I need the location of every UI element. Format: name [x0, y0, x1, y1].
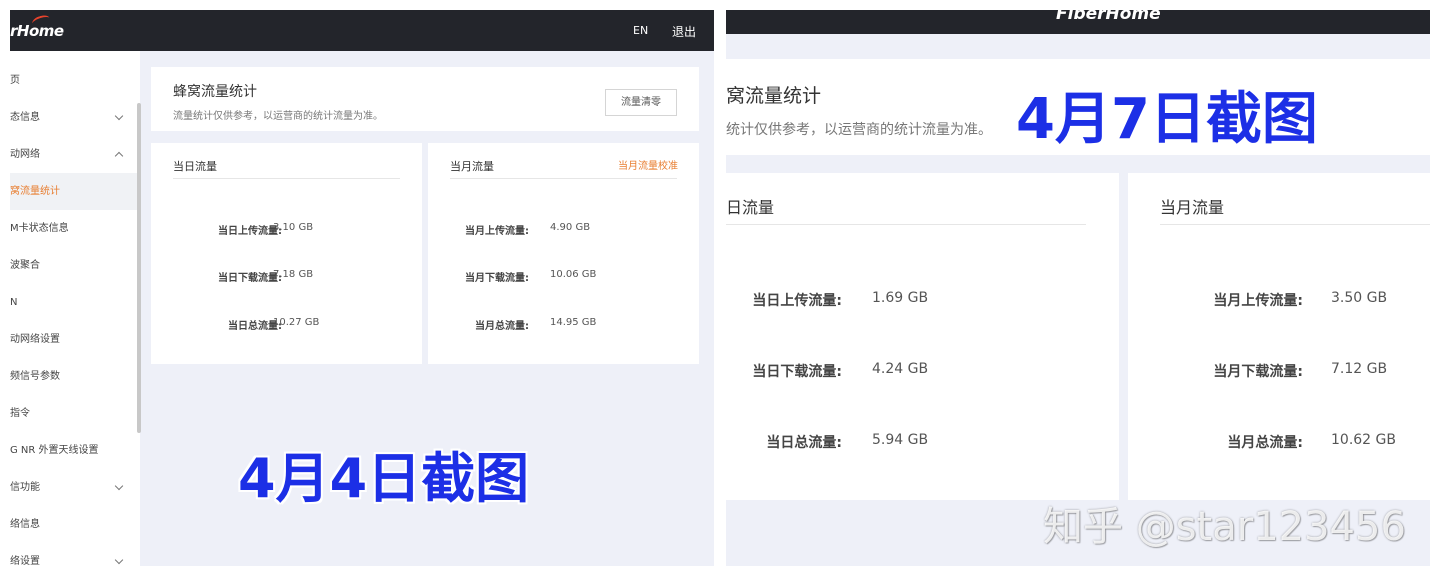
monthly-heading: 当月流量 — [1160, 198, 1225, 217]
sidebar-item-commands[interactable]: 指令 — [10, 395, 138, 432]
monthly-total-label: 当月总流量: — [1227, 435, 1303, 451]
sidebar-item-rf-signal[interactable]: 频信号参数 — [10, 358, 138, 395]
sidebar-item-vpn[interactable]: N — [10, 284, 138, 321]
sidebar-item-label: 窝流量统计 — [10, 186, 60, 197]
monthly-traffic-card: 当月流量 当月流量校准 当月上传流量: 4.90 GB 当月下载流量: 10.0… — [428, 143, 699, 364]
chevron-down-icon — [114, 111, 124, 121]
sidebar-item-label: G NR 外置天线设置 — [10, 445, 99, 456]
monthly-download-value: 7.12 GB — [1331, 361, 1388, 377]
fiberhome-logo: FiberHome — [1056, 10, 1161, 24]
daily-download-value: 7.18 GB — [273, 269, 314, 280]
monthly-total-label: 当月总流量: — [475, 321, 529, 332]
daily-upload-value: 1.69 GB — [872, 290, 929, 306]
sidebar-item-label: 态信息 — [10, 112, 40, 123]
monthly-download-label: 当月下载流量: — [1213, 364, 1303, 380]
daily-total-label: 当日总流量: — [766, 435, 842, 451]
sidebar-scrollbar[interactable] — [137, 103, 141, 433]
sidebar-item-label: 络设置 — [10, 556, 40, 566]
daily-total-value: 5.94 GB — [872, 432, 929, 448]
monthly-total-value: 10.62 GB — [1331, 432, 1396, 448]
divider — [726, 224, 1086, 225]
sidebar-item-network-settings[interactable]: 络设置 — [10, 543, 138, 566]
clear-traffic-button[interactable]: 流量清零 — [605, 89, 677, 116]
divider — [173, 178, 400, 179]
title-card: 蜂窝流量统计 流量统计仅供参考，以运营商的统计流量为准。 流量清零 — [151, 67, 699, 131]
monthly-traffic-card: 当月流量 当月上传流量: 3.50 GB 当月下载流量: 7.12 GB 当月总… — [1128, 173, 1430, 500]
daily-total-value: 10.27 GB — [273, 317, 320, 328]
chevron-up-icon — [114, 151, 124, 161]
daily-upload-label: 当日上传流量: — [752, 293, 842, 309]
sidebar-item-label: 动网络 — [10, 149, 40, 160]
sidebar-item-label: 指令 — [10, 408, 30, 419]
chevron-down-icon — [114, 481, 124, 491]
sidebar-item-label: 频信号参数 — [10, 371, 60, 382]
daily-heading: 日流量 — [726, 198, 775, 217]
sidebar: 页 态信息 动网络 窝流量统计 M卡状态信息 波聚合 N 动网络设置 频信号参数… — [10, 51, 141, 566]
sidebar-item-status-info[interactable]: 态信息 — [10, 99, 138, 136]
top-bar: rHome EN 退出 — [10, 10, 714, 51]
screenshot-apr-7: FiberHome 窝流量统计 统计仅供参考，以运营商的统计流量为准。 日流量 … — [726, 10, 1430, 566]
monthly-upload-value: 3.50 GB — [1331, 290, 1388, 306]
sidebar-item-label: M卡状态信息 — [10, 223, 69, 234]
monthly-upload-label: 当月上传流量: — [1213, 293, 1303, 309]
language-switch-button[interactable]: EN — [633, 24, 648, 37]
monthly-total-value: 14.95 GB — [550, 317, 597, 328]
logout-button[interactable]: 退出 — [672, 23, 696, 40]
sidebar-item-label: N — [10, 297, 18, 308]
monthly-heading: 当月流量 — [450, 160, 494, 173]
date-stamp-apr-7: 4月7日截图 — [1016, 87, 1318, 152]
sidebar-item-sms[interactable]: 信功能 — [10, 469, 138, 506]
monthly-download-label: 当月下载流量: — [465, 273, 529, 284]
page-subtitle: 流量统计仅供参考，以运营商的统计流量为准。 — [173, 111, 383, 122]
chevron-down-icon — [114, 555, 124, 565]
daily-traffic-card: 当日流量 当日上传流量: 3.10 GB 当日下载流量: 7.18 GB 当日总… — [151, 143, 422, 364]
sidebar-item-sim-status[interactable]: M卡状态信息 — [10, 210, 138, 247]
daily-download-value: 4.24 GB — [872, 361, 929, 377]
top-bar: FiberHome — [726, 10, 1430, 34]
sidebar-item-network-info[interactable]: 络信息 — [10, 506, 138, 543]
sidebar-item-mobile-network[interactable]: 动网络 — [10, 136, 138, 173]
page-title: 蜂窝流量统计 — [173, 84, 257, 100]
sidebar-item-label: 信功能 — [10, 482, 40, 493]
sidebar-item-mobile-network-settings[interactable]: 动网络设置 — [10, 321, 138, 358]
monthly-upload-value: 4.90 GB — [550, 222, 591, 233]
sidebar-item-label: 波聚合 — [10, 260, 40, 271]
monthly-calibrate-link[interactable]: 当月流量校准 — [618, 157, 678, 172]
page-subtitle: 统计仅供参考，以运营商的统计流量为准。 — [726, 122, 992, 138]
daily-traffic-card: 日流量 当日上传流量: 1.69 GB 当日下载流量: 4.24 GB 当日总流… — [726, 173, 1119, 500]
sidebar-item-cellular-traffic[interactable]: 窝流量统计 — [10, 173, 138, 210]
monthly-download-value: 10.06 GB — [550, 269, 597, 280]
divider — [450, 178, 677, 179]
sidebar-item-label: 络信息 — [10, 519, 40, 530]
sidebar-item-label: 动网络设置 — [10, 334, 60, 345]
screenshot-apr-4: rHome EN 退出 页 态信息 动网络 窝流量统计 M卡状态信息 波聚合 N… — [10, 10, 714, 566]
sidebar-item-label: 页 — [10, 75, 20, 86]
daily-download-label: 当日下载流量: — [752, 364, 842, 380]
sidebar-item-antenna-settings[interactable]: G NR 外置天线设置 — [10, 432, 138, 469]
monthly-upload-label: 当月上传流量: — [465, 226, 529, 237]
zhihu-watermark: 知乎 @star123456 — [1043, 504, 1406, 550]
daily-heading: 当日流量 — [173, 160, 217, 173]
sidebar-item-home[interactable]: 页 — [10, 62, 138, 99]
date-stamp-apr-4: 4月4日截图 — [238, 447, 530, 510]
daily-upload-value: 3.10 GB — [273, 222, 314, 233]
divider — [1160, 224, 1430, 225]
page-title: 窝流量统计 — [726, 85, 822, 107]
sidebar-item-carrier-aggregation[interactable]: 波聚合 — [10, 247, 138, 284]
